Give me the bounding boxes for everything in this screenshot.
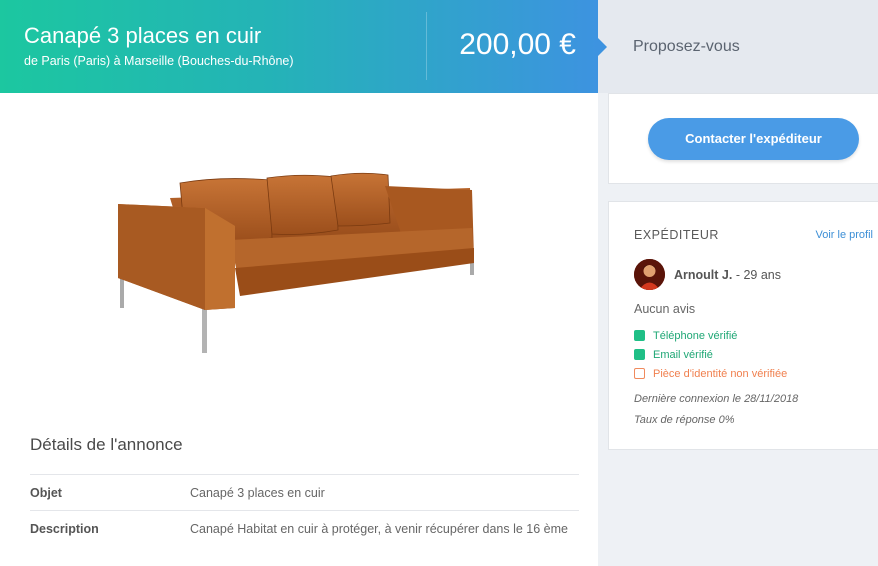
checkbox-check-icon xyxy=(634,349,645,360)
avatar-photo-icon xyxy=(634,259,665,290)
listing-route: de Paris (Paris) à Marseille (Bouches-du… xyxy=(24,54,294,68)
contact-card: Contacter l'expéditeur xyxy=(608,93,878,184)
listing-panel: Canapé 3 places en cuir de Paris (Paris)… xyxy=(0,0,598,566)
sofa-image xyxy=(118,172,474,353)
response-rate: Taux de réponse 0% xyxy=(634,414,735,426)
verification-email: Email vérifié xyxy=(634,349,713,361)
sender-age: - 29 ans xyxy=(732,268,781,282)
sender-reviews: Aucun avis xyxy=(634,302,696,316)
sender-card: EXPÉDITEUR Voir le profil Arnoult J. - 2… xyxy=(608,201,878,450)
offer-bar: Proposez-vous xyxy=(598,0,878,93)
sender-name: Arnoult J. xyxy=(674,268,733,282)
verification-label: Pièce d'identité non vérifiée xyxy=(653,368,788,380)
details-row-key: Objet xyxy=(30,486,62,500)
details-row-object: Objet Canapé 3 places en cuir xyxy=(30,474,579,511)
avatar[interactable] xyxy=(634,259,665,290)
listing-header: Canapé 3 places en cuir de Paris (Paris)… xyxy=(0,0,598,93)
offer-label: Proposez-vous xyxy=(633,38,740,55)
verification-label: Téléphone vérifié xyxy=(653,330,738,342)
checkbox-check-icon xyxy=(634,330,645,341)
sender-heading: EXPÉDITEUR xyxy=(634,228,719,242)
details-row-value: Canapé 3 places en cuir xyxy=(190,486,325,500)
details-heading: Détails de l'annonce xyxy=(30,435,183,454)
verification-phone: Téléphone vérifié xyxy=(634,330,737,342)
exclamation-box-icon xyxy=(634,368,645,379)
listing-title: Canapé 3 places en cuir xyxy=(24,23,262,48)
header-divider xyxy=(426,12,427,80)
sender-name-line: Arnoult J. - 29 ans xyxy=(674,268,781,282)
details-row-description: Description Canapé Habitat en cuir à pro… xyxy=(30,510,579,547)
last-login: Dernière connexion le 28/11/2018 xyxy=(634,393,799,405)
details-row-key: Description xyxy=(30,522,99,536)
details-row-value: Canapé Habitat en cuir à protéger, à ven… xyxy=(190,522,569,536)
arrow-pointer-icon xyxy=(598,38,607,56)
verification-label: Email vérifié xyxy=(653,349,713,361)
contact-sender-button[interactable]: Contacter l'expéditeur xyxy=(648,118,859,160)
listing-price: 200,00 € xyxy=(459,28,576,61)
verification-id: Pièce d'identité non vérifiée xyxy=(634,368,787,380)
view-profile-link[interactable]: Voir le profil xyxy=(816,229,873,241)
